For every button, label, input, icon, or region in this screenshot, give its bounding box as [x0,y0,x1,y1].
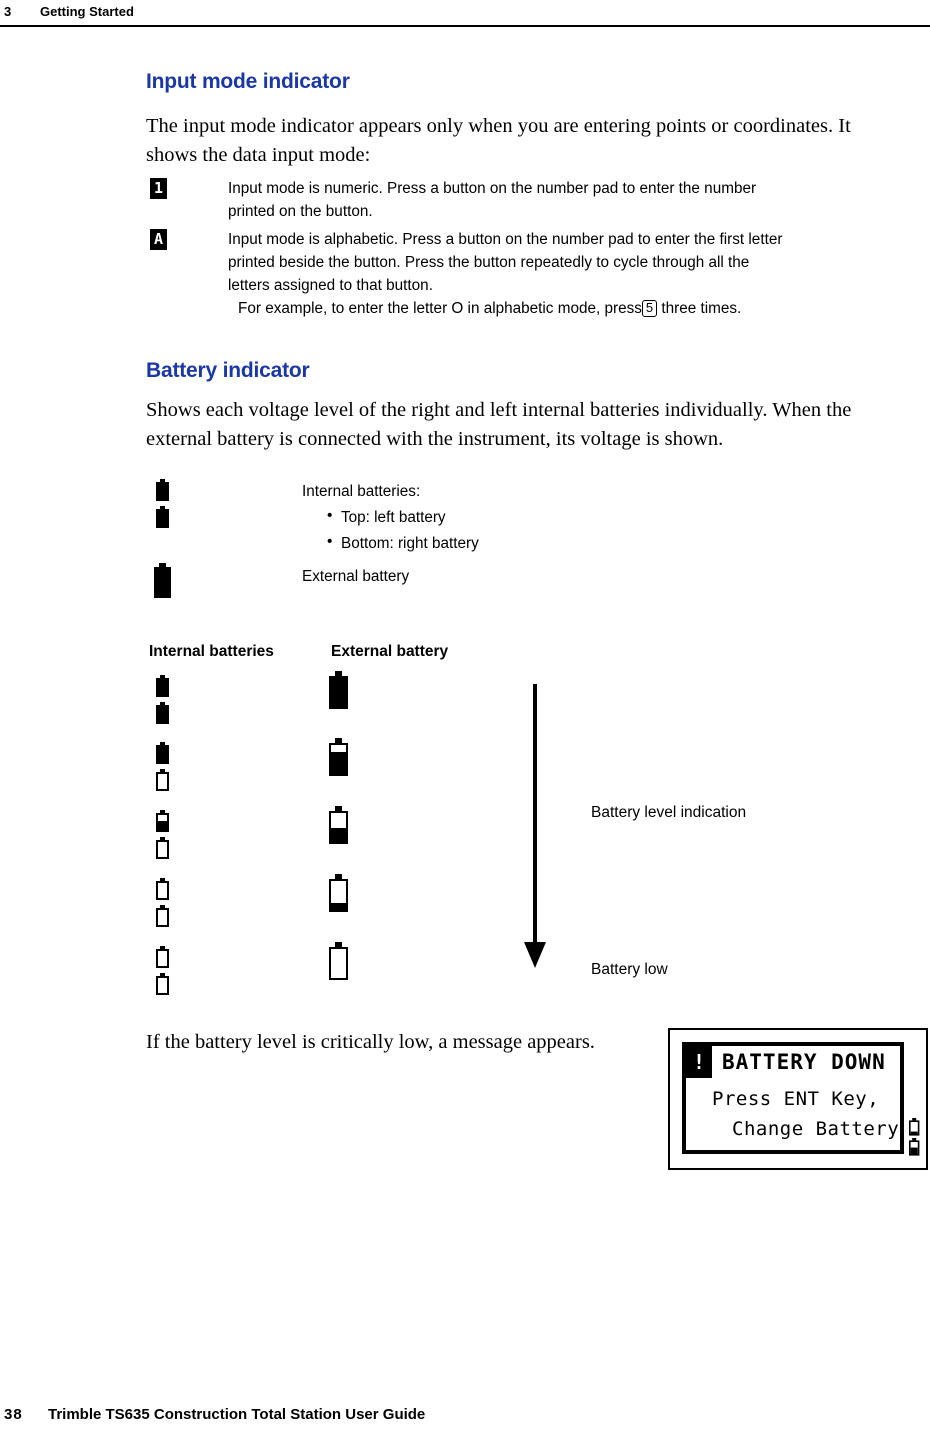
lcd-line-1: Press ENT Key, [712,1088,880,1110]
battery-body [156,881,169,900]
battery-fill [331,902,346,910]
numeric-mode-line-2: printed on the button. [228,203,373,220]
input-mode-intro-line-1: The input mode indicator appears only wh… [146,115,851,137]
chart-internal-battery-bottom [156,973,169,995]
battery-body [156,772,169,791]
lcd-message-panel: ! BATTERY DOWN Press ENT Key, Change Bat… [668,1028,928,1170]
lcd-status-battery-bottom-icon [909,1138,920,1156]
lcd-line-2: Change Battery [732,1118,900,1140]
header-rule [0,25,930,27]
level-arrow-head [524,942,546,968]
lcd-screen: ! BATTERY DOWN Press ENT Key, Change Bat… [682,1042,904,1154]
input-mode-intro: The input mode indicator appears only wh… [146,112,926,170]
battery-fill [910,1131,918,1134]
legend-bullet-dot-2: • [327,533,333,550]
battery-body [156,949,169,968]
battery-fill [158,747,167,762]
lcd-status-battery-top-icon [909,1118,920,1136]
key-5-icon: 5 [641,300,658,317]
level-arrow-shaft [533,684,537,944]
chart-internal-battery-bottom [156,905,169,927]
chart-column-header-external: External battery [331,643,449,660]
alphabetic-mode-line-3: letters assigned to that button. [228,277,433,294]
battery-body [156,509,169,528]
battery-body [154,567,171,598]
critical-battery-sentence: If the battery level is critically low, … [146,1031,595,1053]
battery-fill [156,569,169,596]
alert-icon: ! [686,1046,712,1078]
battery-body [156,840,169,859]
numeric-mode-description: Input mode is numeric. Press a button on… [228,177,928,223]
battery-fill [158,484,167,499]
chart-internal-battery-top [156,742,169,764]
alphabetic-mode-line-2: printed beside the button. Press the but… [228,254,750,271]
header-chapter-number: 3 [4,4,12,19]
battery-body [156,705,169,724]
battery-body [156,482,169,501]
chart-external-battery [329,942,348,980]
battery-body [156,976,169,995]
battery-body [329,947,348,980]
page-title-input-mode: Input mode indicator [146,70,350,93]
arrow-label-level-indication: Battery level indication [591,804,747,821]
battery-fill [331,678,346,707]
example-text-before-key: For example, to enter the letter O in al… [238,300,642,317]
alphabetic-mode-icon: A [150,229,167,250]
battery-body [329,879,348,912]
header-chapter-title: Getting Started [40,4,134,19]
battery-body [909,1120,920,1136]
chart-internal-battery-bottom [156,837,169,859]
battery-indicator-intro: Shows each voltage level of the right an… [146,396,930,454]
legend-internal-bullet-1: Top: left battery [341,509,446,526]
legend-internal-battery-top-icon [156,479,169,501]
legend-bullet-dot-1: • [327,507,333,524]
chart-internal-battery-top [156,810,169,832]
battery-fill [158,707,167,722]
footer-page-number: 38 [4,1406,23,1423]
battery-fill [158,821,167,830]
document-page: 3 Getting Started Input mode indicator T… [0,0,930,1431]
chart-internal-battery-top [156,675,169,697]
battery-fill [158,511,167,526]
battery-body [329,743,348,776]
battery-body [329,811,348,844]
chart-internal-battery-bottom [156,769,169,791]
legend-internal-bullet-2: Bottom: right battery [341,535,479,552]
arrow-label-battery-low: Battery low [591,961,668,978]
chart-column-header-internal: Internal batteries [149,643,274,660]
battery-body [156,745,169,764]
chart-external-battery [329,806,348,844]
battery-body [156,813,169,832]
battery-fill [158,680,167,695]
chart-internal-battery-top [156,946,169,968]
chart-internal-battery-top [156,878,169,900]
chart-external-battery [329,874,348,912]
legend-external-battery-icon [154,563,171,598]
alphabetic-mode-description: Input mode is alphabetic. Press a button… [228,228,930,297]
page-title-battery-indicator: Battery indicator [146,359,310,382]
alphabetic-mode-example: For example, to enter the letter O in al… [238,297,930,320]
chart-external-battery [329,738,348,776]
battery-intro-line-2: external battery is connected with the i… [146,428,724,450]
alphabetic-mode-line-1: Input mode is alphabetic. Press a button… [228,231,783,248]
battery-body [156,908,169,927]
battery-fill [331,827,346,842]
legend-internal-battery-bottom-icon [156,506,169,528]
chart-internal-battery-bottom [156,702,169,724]
numeric-mode-icon: 1 [150,178,167,199]
input-mode-intro-line-2: shows the data input mode: [146,144,371,166]
legend-internal-batteries-label: Internal batteries: [302,483,421,500]
numeric-mode-line-1: Input mode is numeric. Press a button on… [228,180,757,197]
example-text-after-key: three times. [661,300,742,317]
battery-fill [331,752,346,774]
battery-body [329,676,348,709]
chart-external-battery [329,671,348,709]
legend-external-battery-label: External battery [302,568,410,585]
battery-body [156,678,169,697]
battery-fill [910,1147,918,1154]
battery-intro-line-1: Shows each voltage level of the right an… [146,399,852,421]
footer-guide-title: Trimble TS635 Construction Total Station… [48,1406,426,1423]
lcd-title: BATTERY DOWN [722,1050,886,1074]
battery-body [909,1140,920,1156]
